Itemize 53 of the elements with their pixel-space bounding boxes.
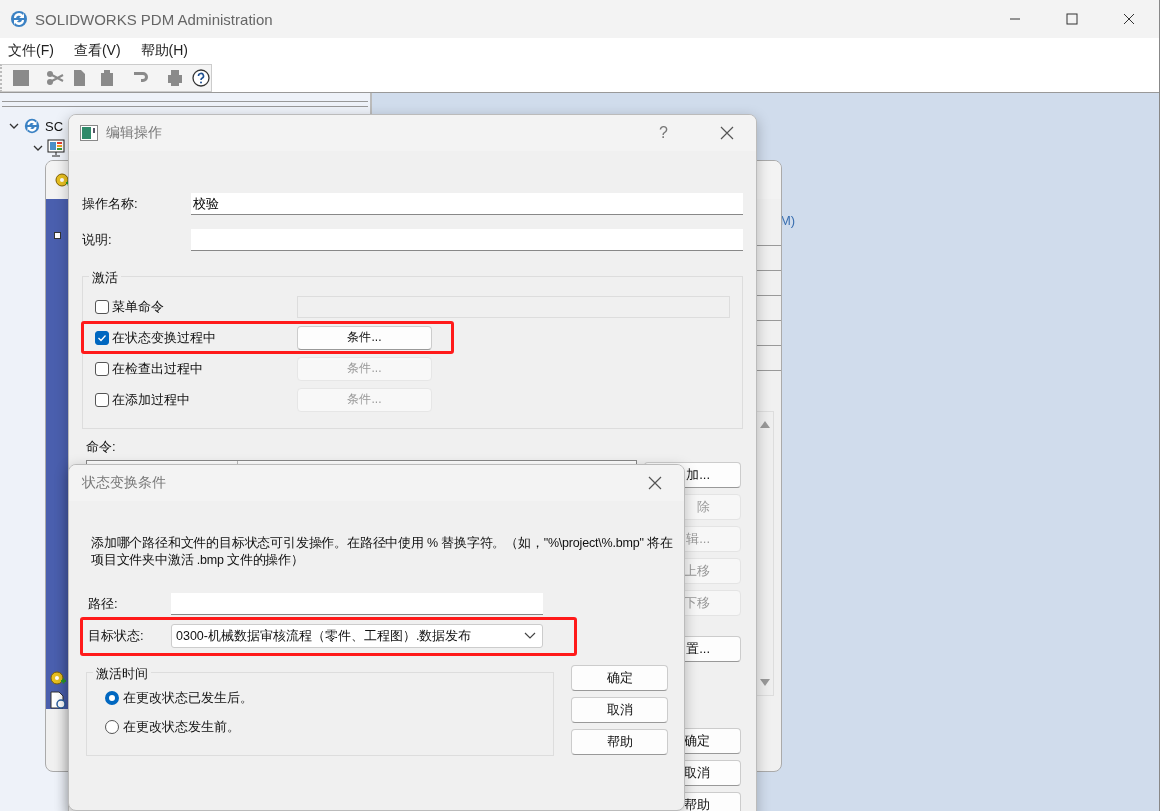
- maximize-icon[interactable]: [1066, 13, 1078, 25]
- checkbox[interactable]: [95, 330, 109, 345]
- checkbox[interactable]: [95, 299, 109, 314]
- menu-item[interactable]: 帮助(H): [140, 42, 188, 60]
- checkbox[interactable]: [95, 392, 109, 407]
- menu-item[interactable]: 查看(V): [73, 42, 121, 60]
- dialog-button[interactable]: 确定: [571, 665, 668, 691]
- scroll-up-icon[interactable]: [760, 420, 770, 428]
- field-label: 说明:: [82, 231, 113, 249]
- scroll-down-icon[interactable]: [760, 679, 770, 687]
- check-icon: [97, 332, 107, 343]
- dialog-title: 状态变换条件: [82, 474, 166, 492]
- monitor-icon: [47, 139, 65, 157]
- help-icon[interactable]: [192, 69, 210, 87]
- checkbox[interactable]: [95, 361, 109, 376]
- field-label: 路径:: [88, 595, 119, 613]
- document-clock-icon: [48, 691, 67, 709]
- input-field[interactable]: [191, 229, 743, 251]
- group-title: 激活时间: [93, 665, 151, 683]
- input-field[interactable]: [171, 593, 543, 615]
- app-icon: [9, 9, 29, 29]
- radio-label[interactable]: 在更改状态发生前。: [123, 718, 240, 736]
- checkbox-label[interactable]: 在检查出过程中: [112, 359, 203, 378]
- field-label: 操作名称:: [82, 195, 139, 213]
- checkbox-label[interactable]: 菜单命令: [112, 297, 164, 316]
- help-icon[interactable]: ?: [659, 124, 668, 142]
- field-label: 目标状态:: [88, 627, 145, 645]
- checkbox-label[interactable]: 在状态变换过程中: [112, 328, 216, 347]
- radio-button[interactable]: [105, 720, 119, 734]
- close-icon[interactable]: [720, 126, 734, 140]
- chevron-icon[interactable]: [33, 143, 43, 153]
- bullet-icon: [54, 232, 61, 239]
- window-title: SOLIDWORKS PDM Administration: [35, 10, 273, 28]
- tree-item[interactable]: SC: [45, 118, 64, 134]
- dialog-button[interactable]: 帮助: [571, 729, 668, 755]
- radio-button[interactable]: [105, 691, 119, 705]
- close-icon[interactable]: [1123, 13, 1135, 25]
- chevron-icon[interactable]: [9, 121, 19, 131]
- field-label: 命令:: [86, 438, 117, 456]
- vault-icon: [23, 117, 41, 135]
- gear-icon: [48, 669, 67, 687]
- dialog-title: 编辑操作: [106, 124, 162, 142]
- dialog-button[interactable]: 取消: [571, 697, 668, 723]
- radio-label[interactable]: 在更改状态已发生后。: [123, 689, 253, 707]
- window-icon: [80, 125, 98, 141]
- chevron-icon: [524, 632, 536, 640]
- input-field[interactable]: 校验: [191, 193, 743, 215]
- checkbox-label[interactable]: 在添加过程中: [112, 390, 190, 409]
- menu-item[interactable]: 文件(F): [8, 42, 54, 60]
- close-icon[interactable]: [648, 476, 662, 490]
- dropdown[interactable]: 0300-机械数据审核流程（零件、工程图）.数据发布: [171, 624, 543, 648]
- group-title: 激活: [89, 269, 121, 287]
- conditions-button[interactable]: 条件...: [297, 325, 432, 350]
